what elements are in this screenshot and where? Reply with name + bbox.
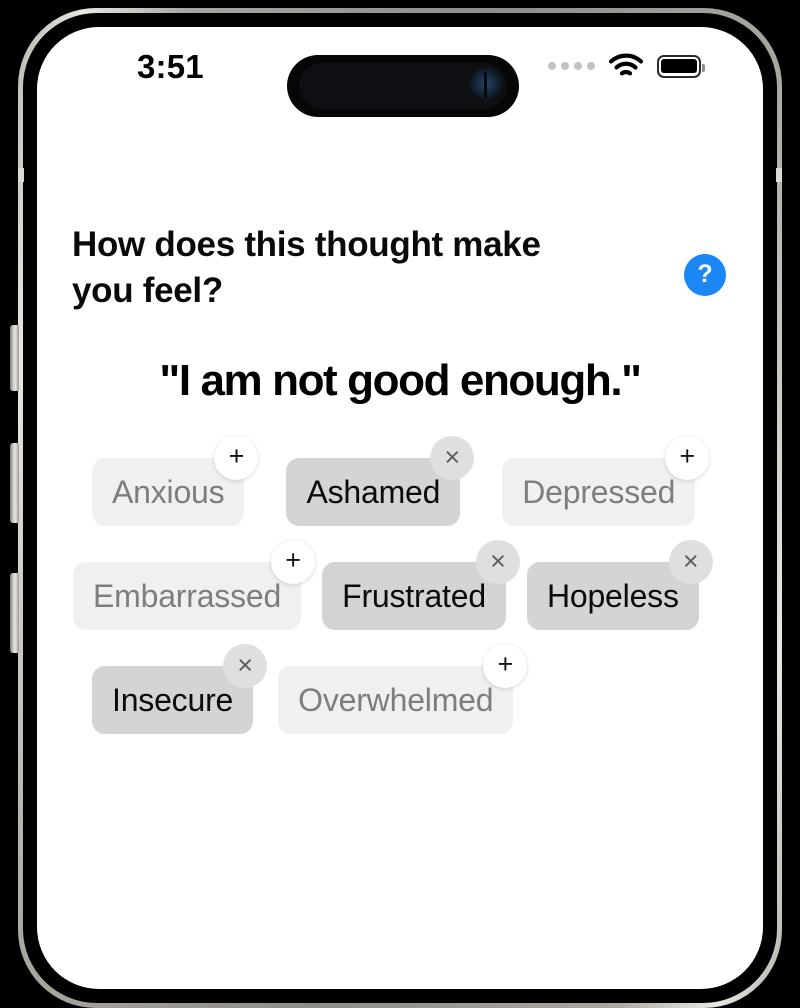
emotion-chip-overwhelmed[interactable]: Overwhelmed [278,666,514,735]
cellular-dots-icon [548,62,595,70]
page-title: How does this thought make you feel? [72,225,541,311]
close-icon-hopeless[interactable]: × [668,540,713,585]
plus-icon-anxious[interactable]: + [214,436,259,481]
antenna-band-left [18,168,24,182]
battery-fill [661,58,697,74]
wifi-icon [608,53,644,76]
emotion-chip-grid: Anxious + Ashamed × Depressed + Embarrassed + Fr… [37,436,763,735]
emotion-chip-wrapper: Overwhelmed + [278,644,528,735]
emotion-chip-wrapper: Depressed + [502,436,710,527]
help-button[interactable]: ? [684,254,726,296]
plus-icon-embarrassed[interactable]: + [271,540,316,585]
emotion-chip-wrapper: Ashamed × [286,436,475,527]
question-row: How does this thought make you feel? ? [37,222,763,314]
emotion-chip-row: Insecure × Overwhelmed + [45,644,763,735]
antenna-band-right [776,168,782,182]
main-content: How does this thought make you feel? ? "… [37,222,763,748]
emotion-chip-row: Embarrassed + Frustrated × Hopeless × [45,540,763,631]
plus-icon-depressed[interactable]: + [665,436,710,481]
status-bar-time: 3:51 [137,48,204,85]
emotion-chip-embarrassed[interactable]: Embarrassed [73,562,302,631]
phone-screen: 3:51 How does this thought make you feel… [37,27,763,989]
volume-up-button[interactable] [10,443,19,523]
emotion-chip-depressed[interactable]: Depressed [502,458,696,527]
emotion-chip-wrapper: Anxious + [92,436,259,527]
action-button[interactable] [10,325,19,391]
plus-icon-overwhelmed[interactable]: + [483,644,528,689]
close-icon-ashamed[interactable]: × [430,436,475,481]
dynamic-island [287,55,519,117]
front-camera-icon [469,68,503,102]
volume-down-button[interactable] [10,573,19,653]
close-icon-insecure[interactable]: × [223,644,268,689]
emotion-chip-wrapper: Embarrassed + [73,540,316,631]
status-bar-indicators [548,53,705,79]
close-icon-frustrated[interactable]: × [475,540,520,585]
emotion-chip-wrapper: Frustrated × [322,540,520,631]
emotion-chip-wrapper: Insecure × [92,644,268,735]
status-bar: 3:51 [37,27,763,117]
emotion-chip-row: Anxious + Ashamed × Depressed + [45,436,763,527]
thought-quote: "I am not good enough." [159,356,642,406]
battery-icon [657,54,705,78]
emotion-chip-wrapper: Hopeless × [526,540,713,631]
